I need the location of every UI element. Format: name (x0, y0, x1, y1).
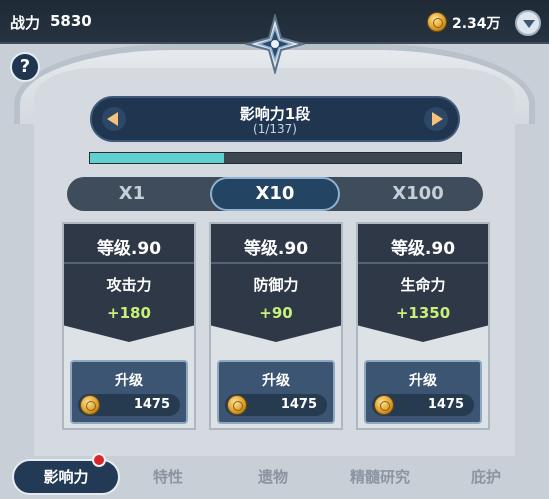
tab-shelter[interactable]: 庇护 (471, 466, 501, 487)
card-stat-name: 防御力 (253, 276, 299, 294)
card-level: 等级.90 (390, 239, 456, 259)
card-header: 等级.90 防御力 +90 (211, 224, 341, 342)
power-label: 战力 (10, 14, 41, 32)
coin-icon (374, 395, 394, 415)
gold-value: 2.34万 (452, 16, 501, 32)
upgrade-label: 升级 (262, 373, 290, 389)
xp-progress-bar (89, 152, 462, 164)
coin-icon (427, 12, 447, 32)
cost-value: 1475 (427, 397, 464, 412)
stat-card-health: 等级.90 生命力 +1350 升级 1475 (356, 222, 490, 430)
help-button[interactable]: ? (10, 52, 40, 82)
cost-pill: 1475 (372, 394, 474, 416)
card-divider (64, 262, 194, 264)
card-stat-bonus: +90 (259, 304, 293, 322)
level-selector: 影响力1段 (1/137) (90, 96, 460, 142)
tab-essence-research[interactable]: 精髓研究 (350, 466, 410, 487)
cost-pill: 1475 (225, 394, 327, 416)
card-level: 等级.90 (96, 239, 162, 259)
level-progress: (1/137) (253, 122, 297, 136)
upgrade-label: 升级 (115, 373, 143, 389)
cost-pill: 1475 (78, 394, 180, 416)
card-stat-name: 攻击力 (106, 276, 152, 294)
coin-icon (80, 395, 100, 415)
multiplier-x100[interactable]: X100 (353, 177, 483, 211)
card-stat-bonus: +1350 (395, 304, 451, 322)
multiplier-x10[interactable]: X10 (210, 177, 340, 211)
level-title: 影响力1段 (239, 105, 311, 123)
card-stat-name: 生命力 (400, 276, 446, 294)
arrow-right-icon[interactable] (424, 107, 448, 131)
tab-relics[interactable]: 遗物 (258, 466, 288, 487)
upgrade-button[interactable]: 升级 1475 (217, 360, 335, 424)
xp-progress-fill (90, 153, 224, 163)
card-stat-bonus: +180 (107, 304, 151, 322)
coin-icon (227, 395, 247, 415)
multiplier-toggle: X1 X10 X100 (67, 177, 483, 211)
cost-value: 1475 (280, 397, 317, 412)
card-header: 等级.90 攻击力 +180 (64, 224, 194, 342)
dropdown-icon[interactable] (515, 10, 541, 36)
card-divider (358, 262, 488, 264)
power-value: 5830 (50, 12, 92, 30)
multiplier-x1[interactable]: X1 (67, 177, 197, 211)
upgrade-button[interactable]: 升级 1475 (70, 360, 188, 424)
notification-dot (92, 453, 106, 467)
emblem-icon (245, 14, 305, 74)
card-divider (211, 262, 341, 264)
tab-traits[interactable]: 特性 (153, 466, 183, 487)
card-level: 等级.90 (243, 239, 309, 259)
cost-value: 1475 (133, 397, 170, 412)
stat-card-attack: 等级.90 攻击力 +180 升级 1475 (62, 222, 196, 430)
card-header: 等级.90 生命力 +1350 (358, 224, 488, 342)
upgrade-label: 升级 (409, 373, 437, 389)
upgrade-button[interactable]: 升级 1475 (364, 360, 482, 424)
stat-card-defense: 等级.90 防御力 +90 升级 1475 (209, 222, 343, 430)
